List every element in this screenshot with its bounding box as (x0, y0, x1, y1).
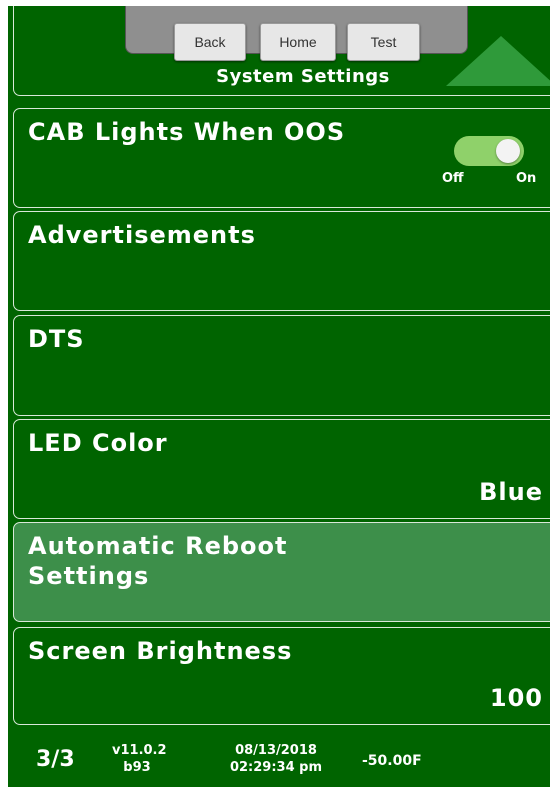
setting-row-advertisements[interactable]: Advertisements (13, 211, 550, 311)
cab-lights-toggle[interactable] (454, 136, 524, 166)
setting-value: 100 (489, 684, 543, 712)
date-display: 08/13/2018 (235, 743, 317, 758)
setting-label: Advertisements (28, 221, 256, 249)
setting-label-line-2: Settings (28, 562, 150, 590)
setting-row-screen-brightness[interactable]: Screen Brightness 100 (13, 627, 550, 725)
setting-value: Blue (479, 478, 543, 506)
scroll-up-arrow-icon[interactable] (446, 36, 550, 86)
setting-label-line-1: Automatic Reboot (28, 532, 288, 560)
setting-label: Automatic Reboot Settings (28, 531, 288, 591)
toggle-off-label: Off (442, 171, 464, 186)
setting-label: CAB Lights When OOS (28, 118, 346, 146)
setting-label: DTS (28, 325, 85, 353)
setting-row-automatic-reboot[interactable]: Automatic Reboot Settings (13, 522, 550, 622)
setting-label: Screen Brightness (28, 637, 293, 665)
settings-screen: Back Home Test System Settings CAB Light… (8, 6, 550, 787)
toggle-on-label: On (516, 171, 537, 186)
setting-row-dts[interactable]: DTS (13, 315, 550, 416)
temperature-display: -50.00F (362, 753, 422, 769)
home-button[interactable]: Home (260, 23, 336, 61)
test-button[interactable]: Test (347, 23, 420, 61)
build-number: b93 (123, 760, 151, 775)
toggle-knob (496, 139, 520, 163)
setting-label: LED Color (28, 429, 168, 457)
time-display: 02:29:34 pm (229, 760, 323, 775)
setting-row-led-color[interactable]: LED Color Blue (13, 419, 550, 519)
page-indicator: 3/3 (36, 747, 75, 772)
page-title: System Settings (216, 66, 390, 87)
back-button[interactable]: Back (174, 23, 246, 61)
software-version: v11.0.2 (112, 743, 167, 758)
